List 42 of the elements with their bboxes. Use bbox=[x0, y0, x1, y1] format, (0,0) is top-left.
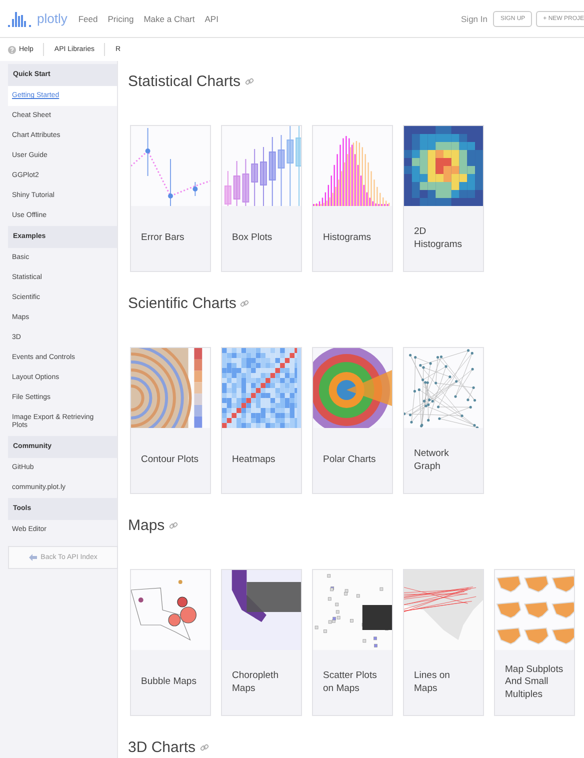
logo-icon bbox=[8, 10, 32, 26]
chart-card[interactable]: Histograms bbox=[312, 125, 393, 272]
card-label: Map Subplots And Small Multiples bbox=[505, 664, 564, 702]
chart-card[interactable]: Error Bars bbox=[130, 125, 211, 272]
card-label: Scatter Plots on Maps bbox=[323, 670, 378, 695]
card-label: Choropleth Maps bbox=[232, 670, 280, 695]
section-title: Scientific Charts bbox=[128, 294, 236, 312]
link-icon[interactable] bbox=[244, 76, 254, 86]
card-label: Network Graph bbox=[414, 448, 450, 473]
card-label: Contour Plots bbox=[141, 454, 199, 467]
chart-card[interactable]: Box Plots bbox=[221, 125, 302, 272]
card-label: Polar Charts bbox=[323, 454, 376, 467]
nav-link[interactable]: Pricing bbox=[108, 14, 134, 24]
section-title: Statistical Charts bbox=[128, 72, 241, 90]
card-label: Box Plots bbox=[232, 232, 272, 245]
chart-card[interactable]: Heatmaps bbox=[221, 347, 302, 494]
card-label: 2D Histograms bbox=[414, 226, 464, 251]
sign-in-link[interactable]: Sign In bbox=[461, 14, 488, 24]
chart-card[interactable]: Lines on Maps bbox=[403, 569, 484, 716]
card-label: Histograms bbox=[323, 232, 372, 245]
chart-card[interactable]: Choropleth Maps bbox=[221, 569, 302, 716]
chart-card[interactable]: Bubble Maps bbox=[130, 569, 211, 716]
card-label: Error Bars bbox=[141, 232, 184, 245]
nav-link[interactable]: Make a Chart bbox=[144, 14, 195, 24]
card-label: Heatmaps bbox=[232, 454, 276, 467]
nav-link[interactable]: Feed bbox=[78, 14, 98, 24]
left-arrow-icon bbox=[28, 554, 37, 561]
chart-card[interactable]: Map Subplots And Small Multiples bbox=[494, 569, 575, 716]
chart-card[interactable]: 2D Histograms bbox=[403, 125, 484, 272]
chart-card[interactable]: Network Graph bbox=[403, 347, 484, 494]
chart-card[interactable]: Polar Charts bbox=[312, 347, 393, 494]
chart-card[interactable]: Scatter Plots on Maps bbox=[312, 569, 393, 716]
link-icon[interactable] bbox=[200, 742, 209, 752]
link-icon[interactable] bbox=[240, 298, 250, 308]
card-label: Lines on Maps bbox=[414, 670, 451, 695]
card-label: Bubble Maps bbox=[141, 676, 196, 689]
nav-link[interactable]: API bbox=[204, 14, 218, 24]
link-icon[interactable] bbox=[168, 520, 178, 530]
section-title: Maps bbox=[128, 516, 165, 534]
help-icon bbox=[8, 46, 16, 54]
section-title: 3D Charts bbox=[128, 738, 196, 756]
chart-card[interactable]: Contour Plots bbox=[130, 347, 211, 494]
